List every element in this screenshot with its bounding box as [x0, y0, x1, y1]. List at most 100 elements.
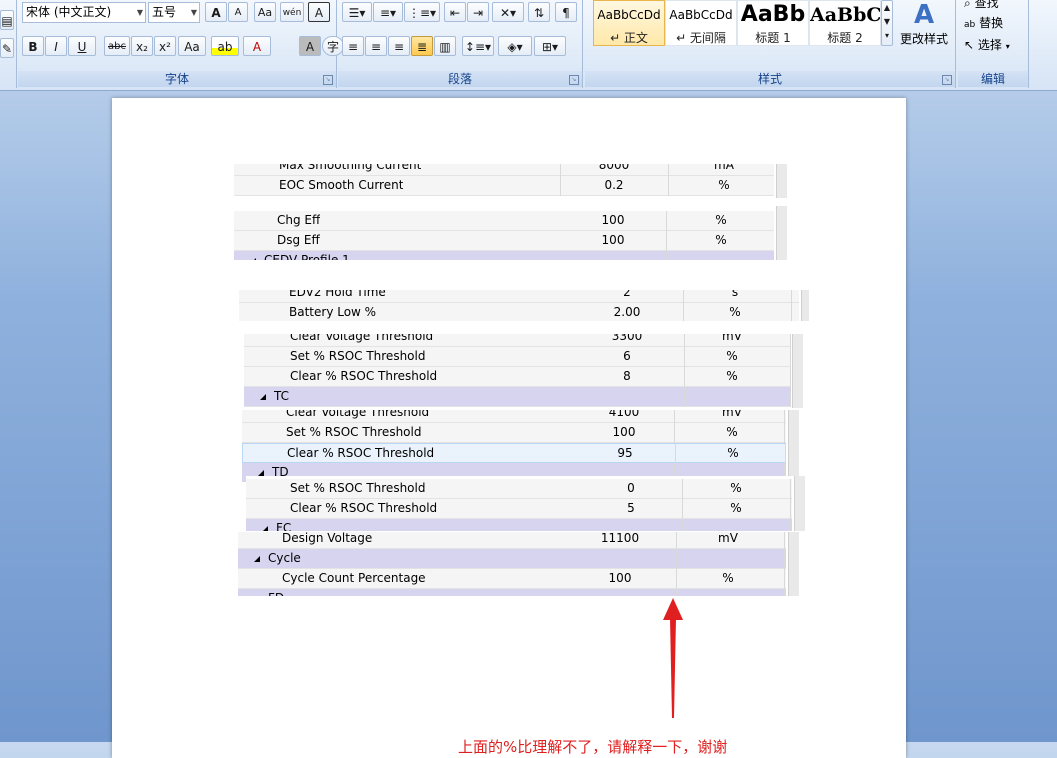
bold-button[interactable]: B	[22, 36, 44, 56]
style-normal[interactable]: AaBbCcDd ↵ 正文	[593, 0, 665, 46]
dialog-launcher-icon[interactable]: ↘	[569, 75, 579, 85]
grow-font-button[interactable]: A	[205, 2, 227, 22]
clear-format-button[interactable]: Aa	[254, 2, 276, 22]
font-name-combo[interactable]: 宋体 (中文正文) ▼	[22, 2, 146, 23]
parameter-value: 4100	[608, 410, 640, 419]
category-row[interactable]: ◢ FD	[238, 589, 786, 596]
parameter-unit: %	[729, 305, 741, 319]
collapse-triangle-icon[interactable]: ◢	[262, 519, 268, 531]
category-row[interactable]: ◢ Cycle	[238, 549, 786, 569]
font-color-button[interactable]: A	[243, 36, 271, 56]
category-row[interactable]: ◢ TC	[244, 387, 791, 407]
dialog-launcher-icon[interactable]: ↘	[942, 75, 952, 85]
styles-scroll-icon[interactable]: ▲ ▼ ▾	[881, 0, 893, 46]
align-right-icon[interactable]: ≡	[388, 36, 410, 56]
parameter-name: Max Smoothing Current	[279, 164, 422, 172]
ribbon: ▤ ✎ 宋体 (中文正文) ▼ 五号 ▼ A A Aa wén A B I U …	[0, 0, 1057, 91]
italic-button[interactable]: I	[45, 36, 67, 56]
justify-icon[interactable]: ≣	[411, 36, 433, 56]
column-separator	[674, 423, 675, 443]
category-row[interactable]: ◢ FC	[246, 519, 792, 531]
vertical-scrollbar[interactable]	[788, 410, 799, 482]
show-marks-icon[interactable]: ¶	[555, 2, 577, 22]
subscript-button[interactable]: x₂	[131, 36, 153, 56]
char-shading-button[interactable]: A	[299, 36, 321, 56]
font-group-label: 字体	[18, 71, 336, 87]
bullets-icon[interactable]: ☰▾	[342, 2, 372, 22]
decrease-indent-icon[interactable]: ⇤	[444, 2, 466, 22]
table-row[interactable]: Clear % RSOC Threshold 5%	[246, 499, 792, 519]
style-sample: AaBbC	[810, 4, 880, 26]
align-left-icon[interactable]: ≡	[342, 36, 364, 56]
table-row[interactable]: Clear % RSOC Threshold 95%	[242, 443, 786, 464]
vertical-scrollbar[interactable]	[792, 334, 803, 408]
char-border-button[interactable]: A	[308, 2, 330, 22]
borders-icon[interactable]: ⊞▾	[534, 36, 566, 56]
column-separator	[682, 519, 683, 531]
font-size-combo[interactable]: 五号 ▼	[148, 2, 200, 23]
change-case-button[interactable]: Aa	[178, 36, 206, 56]
vertical-scrollbar[interactable]	[794, 476, 805, 531]
parameter-unit: %	[730, 501, 742, 515]
table-row[interactable]: Max Smoothing Current 8000 mA	[234, 164, 774, 176]
column-separator	[676, 532, 677, 549]
phonetic-guide-button[interactable]: wén	[280, 2, 304, 22]
style-heading-1[interactable]: AaBb 标题 1	[737, 0, 809, 46]
table-row[interactable]: Set % RSOC Threshold 100%	[242, 423, 786, 443]
highlight-button[interactable]: ab	[211, 36, 239, 56]
document-page[interactable]: Max Smoothing Current 8000 mA EOC Smooth Cu…	[112, 98, 906, 758]
collapse-triangle-icon[interactable]: ◢	[254, 549, 260, 568]
vertical-scrollbar[interactable]	[801, 290, 809, 321]
table-row[interactable]: Set % RSOC Threshold 0%	[246, 479, 792, 499]
format-painter-icon[interactable]: ✎	[0, 38, 14, 58]
collapse-triangle-icon[interactable]: ◢	[250, 251, 256, 260]
table-row[interactable]: Cycle Count Percentage 100%	[238, 569, 786, 589]
category-row[interactable]: ◢ CEDV Profile 1	[234, 251, 777, 260]
shrink-font-button[interactable]: A	[228, 2, 248, 22]
paste-icon[interactable]: ▤	[0, 10, 14, 30]
collapse-triangle-icon[interactable]: ◢	[260, 387, 266, 406]
chinese-layout-icon[interactable]: ✕▾	[492, 2, 524, 22]
shading-bucket-icon[interactable]: ◈▾	[498, 36, 532, 56]
find-button[interactable]: ⌕ 查找	[964, 0, 999, 10]
table-row[interactable]: Clear % RSOC Threshold 8%	[244, 367, 791, 387]
table-row[interactable]: EOC Smooth Current 0.2%	[234, 176, 774, 196]
parameter-unit: mV	[718, 532, 738, 545]
strikethrough-button[interactable]: abc	[104, 36, 130, 56]
replace-button[interactable]: ab 替换	[964, 14, 1003, 31]
style-heading-2[interactable]: AaBbC 标题 2	[809, 0, 881, 46]
multilevel-list-icon[interactable]: ⋮≡▾	[404, 2, 440, 22]
sort-icon[interactable]: ⇅	[528, 2, 550, 22]
style-sample: AaBbCcDd	[597, 8, 661, 22]
column-separator	[666, 231, 667, 251]
select-button[interactable]: ↖ 选择 ▾	[964, 36, 1010, 53]
table-row[interactable]: Set % RSOC Threshold 6%	[244, 347, 791, 367]
line-spacing-icon[interactable]: ↕≡▾	[462, 36, 494, 56]
superscript-button[interactable]: x²	[154, 36, 176, 56]
column-separator	[790, 367, 791, 387]
vertical-scrollbar[interactable]	[776, 164, 787, 198]
table-row[interactable]: Clear Voltage Threshold 3300 mV	[244, 334, 791, 347]
numbering-icon[interactable]: ≡▾	[373, 2, 403, 22]
distributed-icon[interactable]: ▥	[434, 36, 456, 56]
table-row[interactable]: Battery Low % 2.00%	[239, 303, 799, 321]
table-row[interactable]: EDV2 Hold Time 2 s	[239, 290, 799, 303]
table-row[interactable]: Dsg Eff 100%	[234, 231, 777, 251]
vertical-scrollbar[interactable]	[776, 206, 787, 260]
align-center-icon[interactable]: ≡	[365, 36, 387, 56]
underline-button[interactable]: U	[68, 36, 96, 56]
column-separator	[684, 334, 685, 347]
table-row[interactable]: Clear Voltage Threshold 4100 mV	[242, 410, 786, 423]
change-styles-button[interactable]: A 更改样式	[897, 0, 951, 56]
table-row[interactable]: Chg Eff 100%	[234, 211, 777, 231]
vertical-scrollbar[interactable]	[788, 532, 799, 596]
column-separator	[784, 569, 785, 589]
table-row[interactable]: Design Voltage 11100 mV	[238, 532, 786, 549]
parameter-value: 8000	[598, 164, 630, 172]
parameter-unit: mV	[722, 334, 742, 343]
collapse-triangle-icon[interactable]: ◢	[254, 589, 260, 596]
style-no-spacing[interactable]: AaBbCcDd ↵ 无间隔	[665, 0, 737, 46]
increase-indent-icon[interactable]: ⇥	[467, 2, 489, 22]
column-separator	[790, 499, 791, 519]
dialog-launcher-icon[interactable]: ↘	[323, 75, 333, 85]
